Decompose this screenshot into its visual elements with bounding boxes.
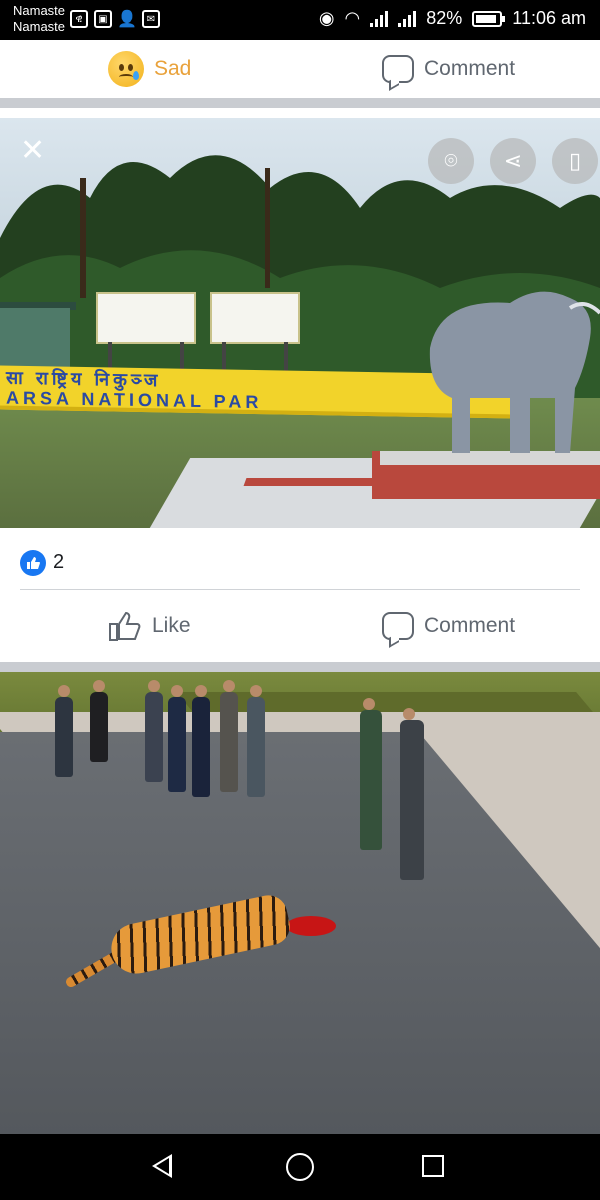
back-icon[interactable] [152,1154,172,1178]
comment-icon [382,612,414,640]
bystander [168,685,186,792]
system-nav-bar [0,1134,600,1200]
battery-icon [472,10,506,27]
status-bar: Namaste Namaste ዊ ▣ 👤 ✉ ◉ ◠ 82% 11:06 am [0,0,600,40]
comment-button-top[interactable]: Comment [382,40,515,98]
recents-icon[interactable] [422,1155,444,1177]
eye-icon: ◉ [318,8,335,28]
like-button[interactable]: Like [108,590,191,662]
carrier-line-2: Namaste [13,19,66,34]
post-photo-park-entrance[interactable]: सा राष्ट्रिय निकुञ्ज ARSA NATIONAL PAR ✕… [0,118,600,528]
like-count: 2 [53,551,65,573]
add-user-icon: 👤 [117,11,137,28]
sad-label: Sad [154,57,192,80]
reaction-summary[interactable]: 2 [0,528,600,590]
carrier-label: Namaste Namaste [13,3,65,35]
reaction-bar: Sad Comment [0,40,600,98]
info-board-1 [96,292,196,382]
photo-notification-icon: ▣ [94,10,112,28]
bystander [220,680,238,792]
comment-button[interactable]: Comment [382,590,515,662]
bystander [145,680,163,782]
post-separator [0,98,600,108]
bystander [192,685,210,797]
comment-icon [382,55,414,83]
post-action-bar: Like Comment [0,590,600,662]
signal-icon-2 [398,10,417,27]
comment-label: Comment [424,614,516,637]
status-right: ◉ ◠ 82% 11:06 am [319,8,586,29]
bystander [55,685,73,777]
bookmark-icon[interactable]: ▯ [552,138,598,184]
sad-face-icon [108,51,144,87]
battery-percent: 82% [426,8,463,28]
info-board-2 [210,292,300,382]
bystander [247,685,265,797]
post-photo-road-tiger[interactable] [0,672,600,1134]
bystander [360,698,382,850]
like-label: Like [152,614,191,637]
comment-label: Comment [424,57,516,80]
thumbs-up-icon [109,611,141,641]
notification-icons: ዊ ▣ 👤 ✉ [70,10,160,28]
bystander [400,708,424,880]
elephant-statue [429,291,600,453]
spacer [0,108,600,118]
wifi-icon: ◠ [344,8,361,28]
sad-reaction-button[interactable]: Sad [108,40,191,98]
hut [0,308,70,368]
share-icon[interactable]: ⋖ [490,138,536,184]
post-separator-2 [0,662,600,672]
clock: 11:06 am [512,8,586,28]
app-notification-icon: ዊ [70,10,88,28]
like-badge-icon [20,550,46,576]
home-icon[interactable] [286,1153,314,1181]
mail-icon: ✉ [142,10,160,28]
bystander [90,680,108,762]
lens-icon[interactable]: ⌾ [428,138,474,184]
close-icon[interactable]: ✕ [20,136,45,166]
banner-text-english: ARSA NATIONAL PAR [6,387,263,413]
blood [286,916,336,936]
signal-icon [370,10,389,27]
carrier-line-1: Namaste [13,3,66,18]
